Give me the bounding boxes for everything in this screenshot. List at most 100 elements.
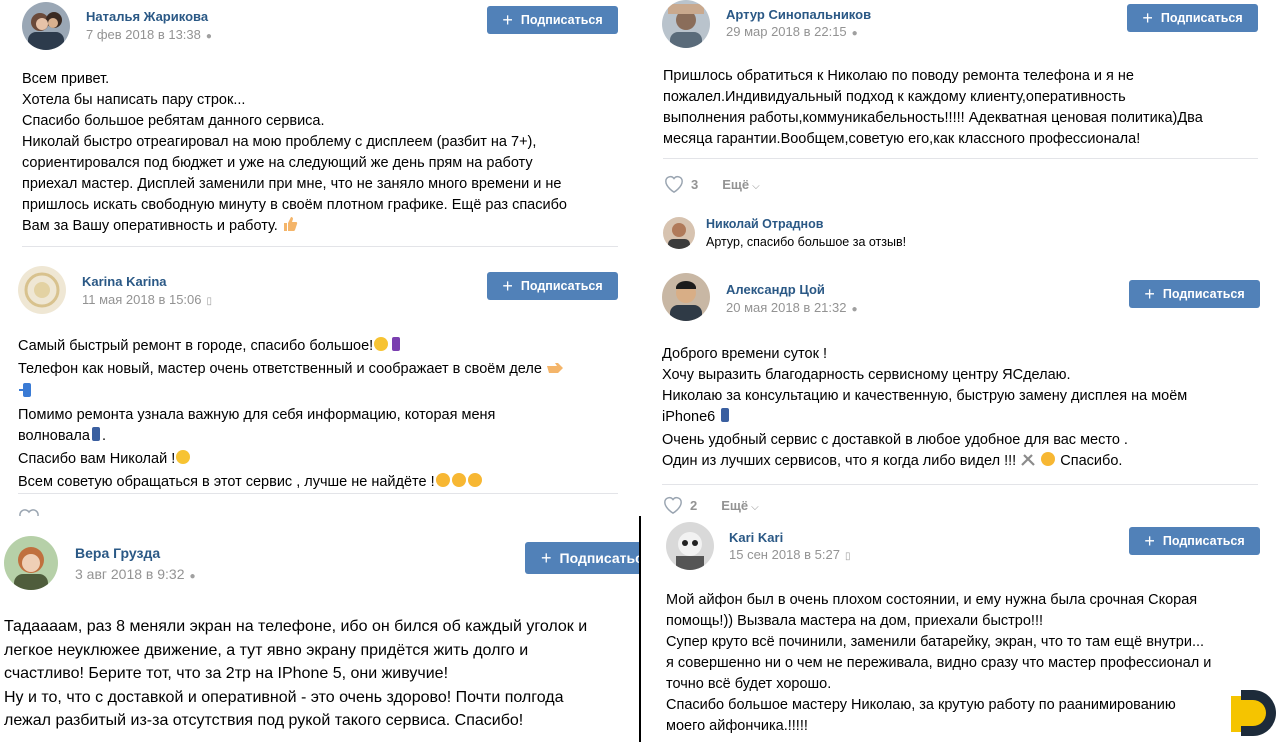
text-line: Спасибо большое мастеру Николаю, за крут… <box>666 697 1176 713</box>
subscribe-label: Подписаться <box>559 550 640 566</box>
emoji-icon <box>373 336 389 359</box>
heart-icon[interactable] <box>662 495 684 515</box>
heart-icon[interactable] <box>18 508 40 516</box>
plus-icon: + <box>1142 8 1153 28</box>
wink-icon <box>1040 451 1056 474</box>
text-line: Доброго времени суток ! <box>662 346 827 362</box>
text-line: помощь!)) Вызвала мастера на дом, приеха… <box>666 613 1044 629</box>
phone-emoji-icon <box>18 382 34 405</box>
subscribe-button[interactable]: + Подписаться <box>525 542 640 574</box>
post-date[interactable]: 15 сен 2018 в 5:27 ▯ <box>729 547 850 562</box>
text-line: Самый быстрый ремонт в городе, спасибо б… <box>18 338 374 354</box>
avatar[interactable] <box>662 273 710 321</box>
author-name[interactable]: Александр Цой <box>726 282 825 297</box>
review-card-tsoy: Александр Цой 20 мая 2018 в 21:32 ● + Подп… <box>640 262 1280 516</box>
subscribe-button[interactable]: + Подписаться <box>487 6 618 34</box>
review-card-karina: Karina Karina 11 мая 2018 в 15:06 ▯ + Подп… <box>0 262 640 516</box>
more-button[interactable]: Ещё ⌵ <box>722 177 759 192</box>
date-text: 15 сен 2018 в 5:27 <box>729 547 840 562</box>
plus-icon: + <box>1144 284 1155 304</box>
avatar[interactable] <box>4 536 58 590</box>
author-name[interactable]: Kari Kari <box>729 530 783 545</box>
reply-text: Артур, спасибо большое за отзыв! <box>706 235 907 249</box>
author-name[interactable]: Karina Karina <box>82 274 167 289</box>
text-line: Помимо ремонта узнала важную для себя ин… <box>18 407 496 423</box>
review-card-sinopalnikov: Артур Синопальников 29 мар 2018 в 22:15 ●… <box>640 0 1280 262</box>
reply-author[interactable]: Николай Отраднов <box>706 217 823 231</box>
subscribe-label: Подписаться <box>1160 11 1243 25</box>
pointing-hand-icon <box>546 361 564 382</box>
text-line: моего айфончика.!!!!! <box>666 718 808 734</box>
plus-icon: + <box>502 10 513 30</box>
avatar[interactable] <box>666 522 714 570</box>
subscribe-label: Подписаться <box>520 279 603 293</box>
author-name[interactable]: Вера Грузда <box>75 545 160 561</box>
like-count[interactable]: 2 <box>690 498 697 513</box>
text-line: Спасибо вам Николай ! <box>18 451 176 467</box>
text-line: Всем советую обращаться в этот сервис , … <box>18 474 435 490</box>
plus-icon: + <box>1144 531 1155 551</box>
more-button[interactable]: Ещё ⌵ <box>721 498 758 513</box>
divider <box>18 493 618 494</box>
text-line: Мой айфон был в очень плохом состоянии, … <box>666 592 1198 608</box>
chevron-down-icon: ⌵ <box>752 180 760 192</box>
text-line: Николаю за консультацию и качественную, … <box>662 388 1188 404</box>
emoji-icon <box>175 449 191 472</box>
text-line: легкое неуклюжее движение, а тут явно эк… <box>4 641 529 659</box>
text-line: сориентировался под бюджет и уже на след… <box>22 155 533 171</box>
post-actions: 2 Ещё ⌵ <box>662 495 759 515</box>
plus-icon: + <box>502 276 513 296</box>
subscribe-label: Подписаться <box>1162 287 1245 301</box>
text-line: пришлось искать свободную минуту в своём… <box>22 197 567 213</box>
subscribe-label: Подписаться <box>1162 534 1245 548</box>
text-line: Супер круто всё починили, заменили батар… <box>666 634 1205 650</box>
text-line: iPhone6 <box>662 409 716 425</box>
divider <box>662 484 1258 485</box>
author-name[interactable]: Артур Синопальников <box>726 7 871 22</box>
post-text: Тадаааам, раз 8 меняли экран на телефоне… <box>4 615 587 733</box>
avatar[interactable] <box>22 2 70 50</box>
author-name[interactable]: Наталья Жарикова <box>86 9 208 24</box>
text-line: Спасибо большое ребятам данного сервиса. <box>22 113 325 129</box>
plus-icon: + <box>541 548 552 568</box>
more-label: Ещё <box>722 176 750 192</box>
text-line: Спасибо. <box>1060 453 1123 469</box>
subscribe-button[interactable]: + Подписаться <box>1129 280 1260 308</box>
text-line: счастливо! Берите тот, что за 2тр на IPh… <box>4 665 449 682</box>
subscribe-button[interactable]: + Подписаться <box>1129 527 1260 555</box>
thumbs-up-icon <box>282 216 298 239</box>
heart-icon[interactable] <box>663 174 685 194</box>
smile-icon <box>435 472 483 495</box>
review-card-gruzda: Вера Грузда 3 авг 2018 в 9:32 ● + Подписат… <box>0 516 640 742</box>
text-line: лежал разбитый из-за отсутствия под руко… <box>4 712 524 729</box>
text-line: месяца гарантии.Вообщем,советую его,как … <box>663 131 1141 147</box>
text-line: волновала <box>18 428 90 444</box>
post-date[interactable]: 3 авг 2018 в 9:32 ● <box>75 566 196 582</box>
apple-icon: ● <box>205 31 212 42</box>
like-count[interactable]: 3 <box>691 177 698 192</box>
text-line: Ну и то, что с доставкой и оперативной -… <box>4 688 564 706</box>
post-date[interactable]: 29 мар 2018 в 22:15 ● <box>726 24 858 39</box>
apple-icon: ● <box>189 571 196 582</box>
post-date[interactable]: 11 мая 2018 в 15:06 ▯ <box>82 292 212 307</box>
phone-icon: ▯ <box>844 551 851 562</box>
post-text: Мой айфон был в очень плохом состоянии, … <box>666 590 1211 737</box>
review-card-kari: Kari Kari 15 сен 2018 в 5:27 ▯ + Подписать… <box>641 516 1280 742</box>
chevron-down-icon: ⌵ <box>751 501 759 513</box>
apple-icon: ● <box>851 304 858 315</box>
post-text: Всем привет. Хотела бы написать пару стр… <box>22 69 567 239</box>
post-text: Самый быстрый ремонт в городе, спасибо б… <box>18 336 564 495</box>
date-text: 3 авг 2018 в 9:32 <box>75 566 185 582</box>
text-line: Телефон как новый, мастер очень ответств… <box>18 361 542 377</box>
reply-avatar[interactable] <box>663 217 695 249</box>
phone-emoji-icon <box>90 426 102 449</box>
avatar[interactable] <box>18 266 66 314</box>
post-date[interactable]: 20 мая 2018 в 21:32 ● <box>726 300 858 315</box>
subscribe-button[interactable]: + Подписаться <box>487 272 618 300</box>
text-line: Николай быстро отреагировал на мою пробл… <box>22 134 537 150</box>
text-line: точно всё будет хорошо. <box>666 676 832 692</box>
text-line: Пришлось обратиться к Николаю по поводу … <box>663 68 1134 84</box>
avatar[interactable] <box>662 0 710 48</box>
subscribe-button[interactable]: + Подписаться <box>1127 4 1258 32</box>
post-date[interactable]: 7 фев 2018 в 13:38 ● <box>86 27 212 42</box>
